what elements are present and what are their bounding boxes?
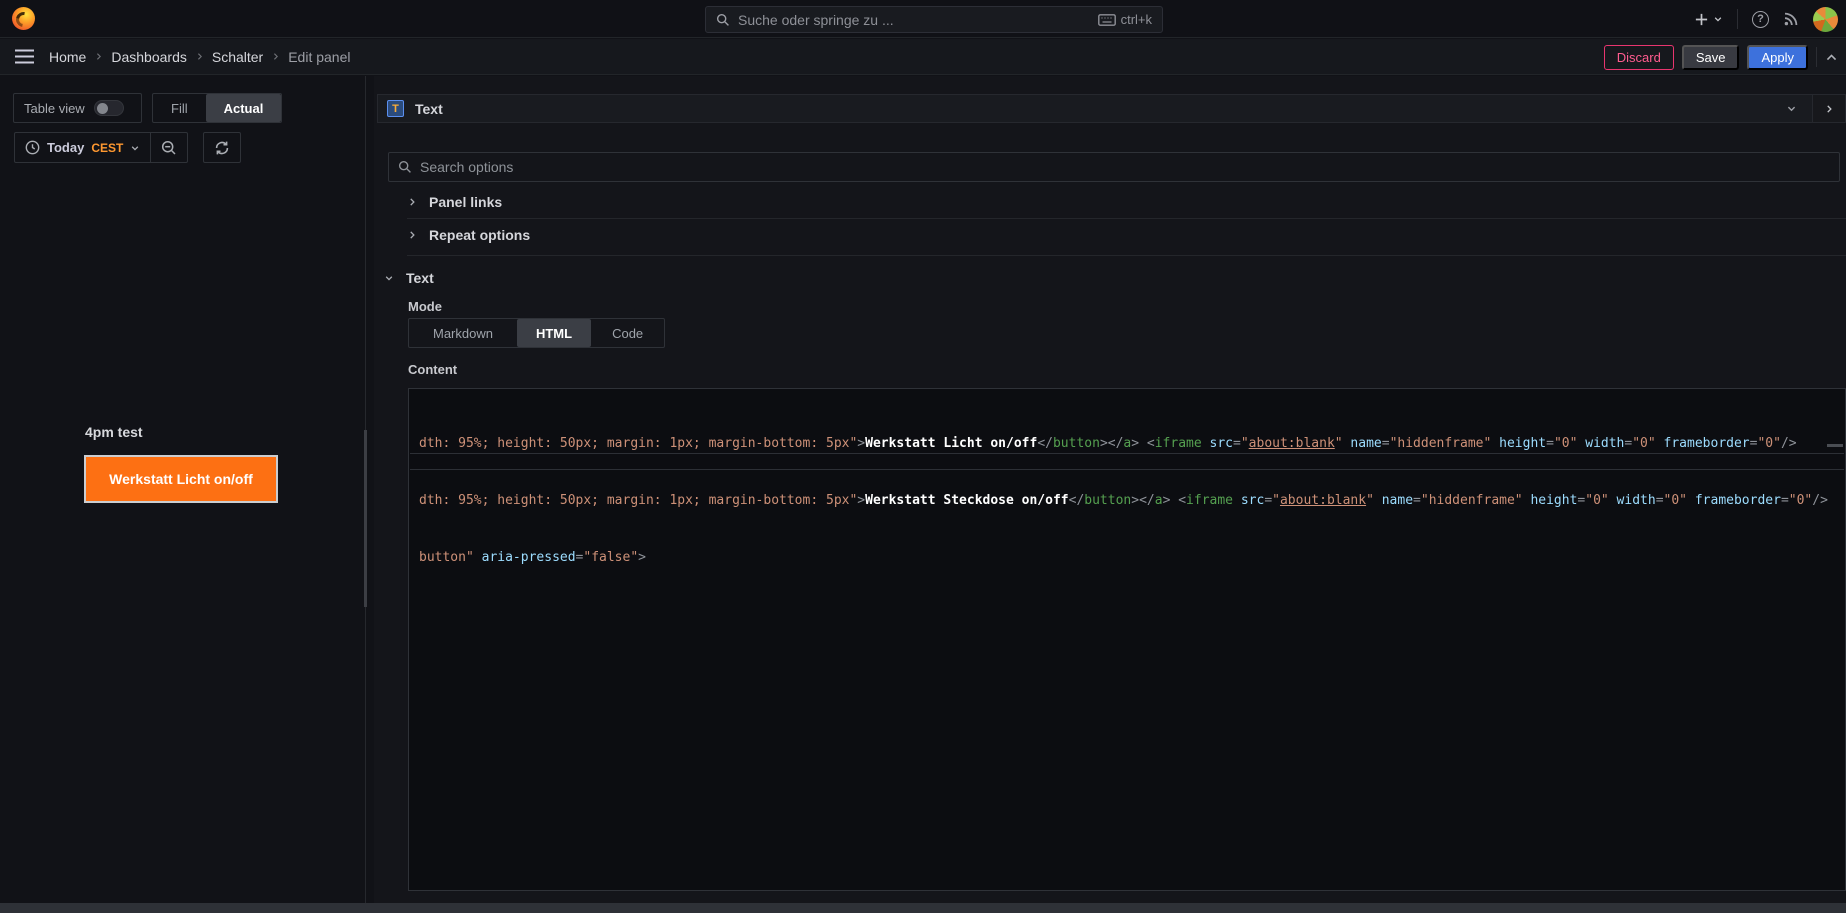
search-input[interactable] bbox=[738, 12, 1090, 28]
mode-code[interactable]: Code bbox=[591, 319, 664, 347]
repeat-options-label: Repeat options bbox=[429, 227, 530, 243]
save-button[interactable]: Save bbox=[1682, 45, 1740, 70]
options-search[interactable] bbox=[388, 152, 1840, 182]
help-icon[interactable]: ? bbox=[1752, 11, 1769, 28]
topbar-divider bbox=[1737, 9, 1738, 29]
time-range-button[interactable]: Today CEST bbox=[15, 133, 150, 162]
panel-type-label: Text bbox=[415, 101, 443, 117]
panel-links-label: Panel links bbox=[429, 194, 502, 210]
breadcrumb-home[interactable]: Home bbox=[49, 49, 86, 65]
top-bar: ctrl+k ? bbox=[0, 0, 1846, 38]
collapse-pane-button[interactable] bbox=[1812, 95, 1845, 122]
panel-preview-text: 4pm test bbox=[85, 424, 143, 440]
actual-option[interactable]: Actual bbox=[206, 94, 282, 122]
news-rss-icon[interactable] bbox=[1783, 11, 1799, 27]
mode-markdown[interactable]: Markdown bbox=[409, 319, 517, 347]
chevron-right-icon bbox=[94, 52, 103, 61]
keyboard-icon bbox=[1098, 14, 1116, 26]
actions-divider bbox=[1816, 47, 1817, 67]
table-view-control: Table view bbox=[13, 93, 142, 123]
search-shortcut: ctrl+k bbox=[1098, 12, 1152, 27]
search-icon bbox=[398, 160, 412, 174]
current-line-highlight bbox=[410, 453, 1844, 470]
timezone-label: CEST bbox=[91, 141, 123, 155]
panel-links-section[interactable]: Panel links bbox=[407, 188, 502, 216]
chevron-down-icon bbox=[130, 143, 140, 153]
search-icon bbox=[716, 13, 730, 27]
code-line: dth: 95%; height: 50px; margin: 1px; mar… bbox=[419, 491, 1845, 510]
code-line: dth: 95%; height: 50px; margin: 1px; mar… bbox=[419, 434, 1845, 453]
menu-icon[interactable] bbox=[14, 49, 35, 64]
time-picker: Today CEST bbox=[14, 132, 188, 163]
global-search[interactable]: ctrl+k bbox=[705, 6, 1163, 33]
options-search-input[interactable] bbox=[420, 159, 1830, 175]
discard-button[interactable]: Discard bbox=[1604, 45, 1674, 70]
breadcrumb-schalter[interactable]: Schalter bbox=[212, 49, 263, 65]
chevron-down-icon[interactable] bbox=[1786, 103, 1797, 114]
fill-actual-group: Fill Actual bbox=[152, 93, 282, 123]
breadcrumb: Home Dashboards Schalter Edit panel bbox=[49, 49, 351, 65]
chevron-down-icon bbox=[384, 273, 394, 283]
refresh-button[interactable] bbox=[203, 132, 241, 163]
chevron-right-icon bbox=[271, 52, 280, 61]
chevron-right-icon bbox=[195, 52, 204, 61]
breadcrumb-edit-panel: Edit panel bbox=[288, 49, 350, 65]
table-view-toggle[interactable] bbox=[94, 100, 124, 116]
code-content[interactable]: dth: 95%; height: 50px; margin: 1px; mar… bbox=[409, 389, 1845, 605]
time-range-label: Today bbox=[47, 140, 84, 155]
panel-type-header[interactable]: T Text bbox=[377, 94, 1846, 123]
editor-scrollbar-handle[interactable] bbox=[1827, 444, 1843, 447]
content-label: Content bbox=[408, 362, 457, 377]
options-pane: T Text Panel links Repeat options Text M… bbox=[374, 76, 1846, 903]
grafana-logo-icon[interactable] bbox=[12, 7, 35, 30]
breadcrumb-dashboards[interactable]: Dashboards bbox=[111, 49, 187, 65]
mode-radio-group: Markdown HTML Code bbox=[408, 318, 665, 348]
zoom-out-button[interactable] bbox=[151, 133, 187, 162]
breadcrumb-bar: Home Dashboards Schalter Edit panel Disc… bbox=[0, 39, 1846, 75]
section-divider bbox=[407, 255, 1846, 256]
add-button[interactable] bbox=[1694, 12, 1723, 27]
clock-icon bbox=[25, 140, 40, 155]
chevron-right-icon bbox=[407, 197, 417, 207]
search-shortcut-label: ctrl+k bbox=[1121, 12, 1152, 27]
mode-html[interactable]: HTML bbox=[517, 319, 591, 347]
mode-label: Mode bbox=[408, 299, 442, 314]
collapse-up-icon[interactable] bbox=[1825, 51, 1838, 64]
content-code-editor[interactable]: dth: 95%; height: 50px; margin: 1px; mar… bbox=[408, 388, 1846, 891]
text-section-header[interactable]: Text bbox=[384, 264, 434, 292]
section-divider bbox=[407, 218, 1846, 219]
werkstatt-licht-button[interactable]: Werkstatt Licht on/off bbox=[84, 455, 278, 503]
pane-splitter-handle[interactable] bbox=[364, 430, 367, 607]
chevron-right-icon bbox=[407, 230, 417, 240]
user-avatar[interactable] bbox=[1813, 7, 1838, 32]
text-section-label: Text bbox=[406, 270, 434, 286]
table-view-label: Table view bbox=[24, 101, 85, 116]
apply-button[interactable]: Apply bbox=[1747, 45, 1808, 70]
horizontal-scrollbar[interactable] bbox=[0, 903, 1846, 913]
fill-option[interactable]: Fill bbox=[153, 94, 206, 122]
repeat-options-section[interactable]: Repeat options bbox=[407, 221, 530, 249]
code-line: button" aria-pressed="false"> bbox=[419, 548, 1845, 567]
text-panel-icon: T bbox=[387, 100, 404, 117]
